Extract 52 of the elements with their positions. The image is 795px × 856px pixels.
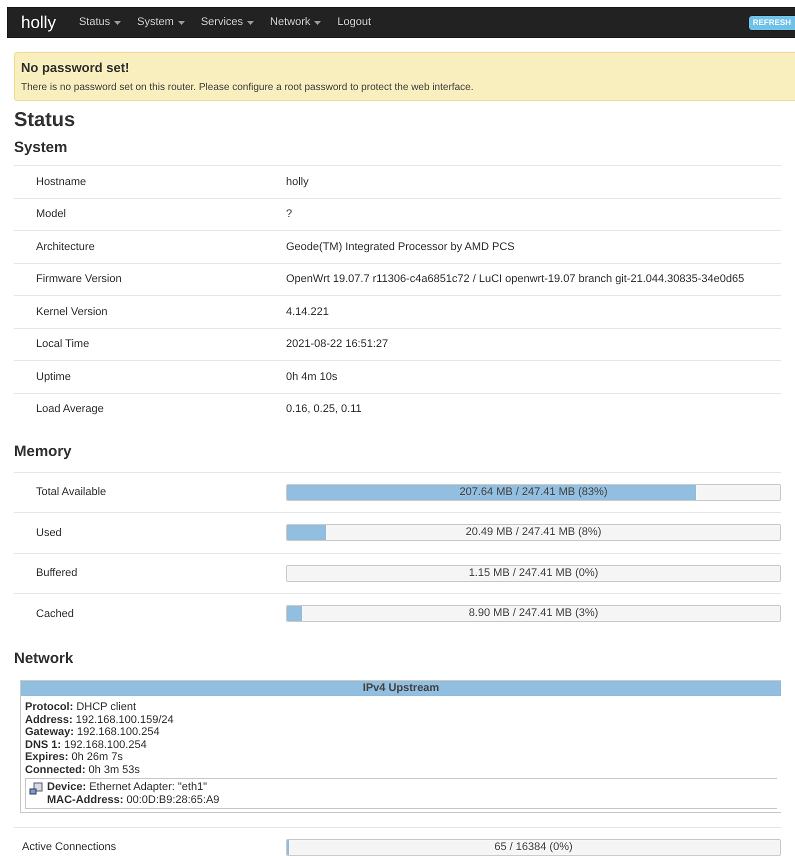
row-value: holly	[286, 174, 309, 190]
nav-menu-item[interactable]: Logout	[337, 14, 372, 31]
caret-icon	[314, 20, 322, 24]
info-line: Device: Ethernet Adapter: "eth1"	[47, 781, 208, 794]
row-value: 4.14.221	[286, 304, 329, 320]
info-line: Connected: 0h 3m 53s	[25, 764, 141, 776]
row-label: Uptime	[35, 370, 72, 384]
row-label: Load Average	[35, 402, 105, 417]
row-label: Active Connections	[21, 840, 118, 856]
page-title: Status	[14, 108, 76, 132]
alert-title: No password set!	[21, 59, 130, 77]
alert-message: There is no password set on this router. Please configure a root password to protect the web interface.	[21, 80, 474, 94]
row-value: Geode(TM) Integrated Processor by AMD PCS	[286, 240, 515, 254]
info-line: Expires: 0h 26m 7s	[25, 751, 124, 764]
info-line: MAC-Address: 00:0D:B9:28:65:A9	[47, 794, 220, 806]
info-line: Protocol: DHCP client	[25, 701, 138, 714]
caret-icon	[178, 20, 185, 24]
row-label: Total Available	[35, 485, 108, 500]
caret-icon	[114, 20, 122, 24]
nav-menu-item[interactable]: System	[137, 14, 185, 31]
progress-reading: 1.15 MB / 247.41 MB (0%)	[468, 566, 600, 581]
progress-reading: 65 / 16384 (0%)	[493, 840, 574, 855]
row-value: 0h 4m 10s	[286, 370, 338, 384]
caret-icon	[247, 20, 254, 24]
section-title: System	[14, 138, 68, 158]
nav-menu-item[interactable]: Status	[78, 14, 122, 31]
row-value: ?	[286, 207, 292, 222]
row-label: Local Time	[35, 337, 90, 352]
info-line: DNS 1: 192.168.100.254	[25, 738, 148, 751]
row-value: 0.16, 0.25, 0.11	[286, 402, 362, 417]
section-title: Memory	[14, 442, 73, 462]
nav-menu-item[interactable]: Network	[270, 14, 322, 31]
row-label: Used	[35, 526, 63, 540]
nav-menu-item[interactable]: Services	[200, 14, 254, 31]
row-label: Cached	[35, 606, 75, 622]
network-adapter-icon	[29, 782, 43, 796]
info-line: Address: 192.168.100.159/24	[25, 714, 175, 726]
row-label: Kernel Version	[35, 304, 109, 320]
progress-reading: 20.49 MB / 247.41 MB (8%)	[464, 525, 602, 540]
row-label: Model	[35, 207, 67, 222]
row-label: Firmware Version	[35, 272, 123, 287]
info-line: Gateway: 192.168.100.254	[25, 726, 161, 738]
section-title: Network	[14, 648, 74, 668]
row-value: 2021-08-22 16:51:27	[286, 337, 388, 352]
brand-title[interactable]: holly	[21, 10, 56, 36]
row-label: Architecture	[35, 240, 96, 254]
progress-reading: 207.64 MB / 247.41 MB (83%)	[458, 484, 608, 500]
progress-reading: 8.90 MB / 247.41 MB (3%)	[468, 606, 600, 622]
row-value: OpenWrt 19.07.7 r11306-c4a6851c72 / LuCI openwrt-19.07 branch git-21.044.30835-34e0d65	[286, 272, 744, 287]
row-label: Hostname	[35, 174, 88, 190]
panel-header: IPv4 Upstream	[21, 681, 781, 696]
row-label: Buffered	[35, 566, 78, 581]
